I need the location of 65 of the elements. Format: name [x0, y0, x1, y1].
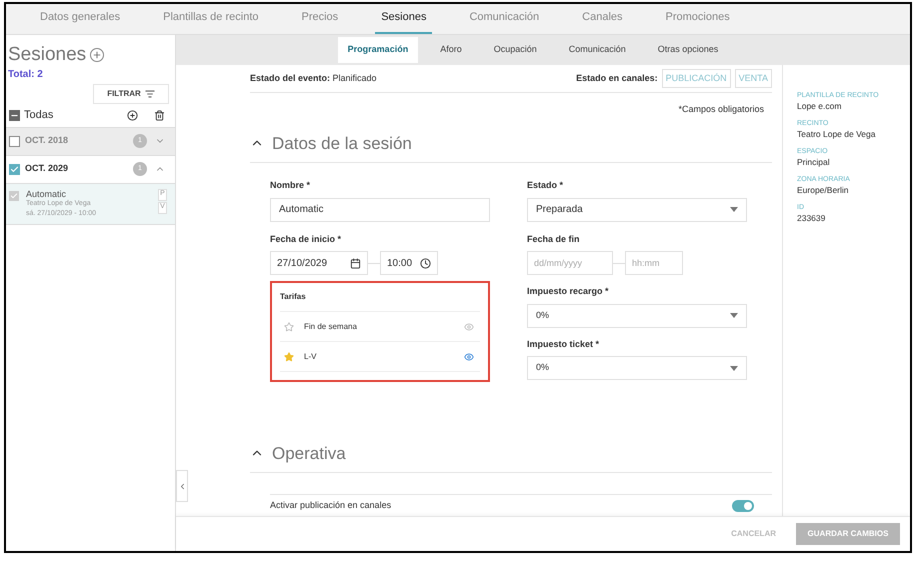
state-select[interactable]: Preparada	[527, 198, 747, 222]
channel-status-tag: PUBLICACIÓN	[662, 68, 731, 88]
field-label: Nombre *	[270, 179, 312, 192]
star-icon[interactable]	[284, 352, 294, 362]
field-label: Fecha de inicio *	[270, 232, 342, 246]
checkbox[interactable]	[9, 190, 19, 200]
clock-icon[interactable]	[420, 258, 431, 268]
sub-tab[interactable]: Otras opciones	[648, 37, 728, 63]
name-field[interactable]: Automatic	[270, 198, 490, 222]
eye-icon[interactable]	[464, 352, 474, 362]
field-label: Estado *	[527, 179, 564, 192]
session-name: Automatic	[26, 188, 68, 198]
rate-name: Fin de semana	[304, 320, 358, 332]
check-icon	[10, 192, 18, 200]
surcharge-tax-select[interactable]: 0%	[527, 304, 747, 328]
calendar-icon[interactable]	[350, 258, 361, 268]
rate-name: L-V	[304, 350, 318, 362]
toggle-label: Activar publicación en canales	[270, 498, 392, 512]
section-title: Datos de la sesión	[272, 132, 412, 154]
field-label: Impuesto recargo *	[527, 285, 610, 298]
caret-icon	[730, 207, 738, 212]
field-label: Fecha de fin	[527, 232, 581, 246]
rate-item[interactable]: Fin de semana	[280, 312, 480, 342]
start-time-field[interactable]: 10:00	[380, 251, 438, 275]
caret-icon	[730, 313, 738, 318]
channel-status-tag: VENTA	[734, 68, 772, 88]
info-value: Europe/Berlin	[797, 185, 850, 196]
info-value: Principal	[797, 157, 831, 168]
field-label: Impuesto ticket *	[527, 338, 600, 351]
eye-icon[interactable]	[464, 322, 474, 332]
total-count: Total: 2	[7, 70, 44, 80]
info-value: 233639	[797, 213, 826, 224]
check-icon	[10, 164, 19, 174]
end-time-field[interactable]: hh:mm	[625, 251, 683, 275]
trash-icon[interactable]	[154, 110, 165, 120]
caret-icon	[730, 366, 738, 370]
sub-tab[interactable]: Ocupación	[484, 37, 547, 63]
sidebar-title: Sesiones	[8, 43, 86, 67]
filter-icon	[144, 88, 155, 98]
month-label: OCT. 2018	[25, 134, 70, 148]
plus-icon	[92, 50, 102, 60]
section-title: Operativa	[272, 442, 346, 464]
sub-tab[interactable]: Comunicación	[558, 37, 636, 63]
channel-status-label: Estado en canales:	[576, 72, 658, 85]
add-button[interactable]	[90, 48, 104, 62]
publish-toggle[interactable]	[732, 500, 754, 512]
info-value: Lope e.com	[797, 101, 842, 112]
start-date-field[interactable]: 27/10/2029	[270, 251, 368, 275]
checkbox[interactable]	[9, 136, 20, 146]
checkbox[interactable]	[9, 164, 20, 174]
rates-label: Tarifas	[280, 291, 480, 312]
star-icon[interactable]	[284, 322, 294, 332]
sub-tab[interactable]: Aforo	[430, 37, 472, 63]
checkbox[interactable]	[9, 110, 20, 120]
sub-tab[interactable]: Programación	[338, 37, 418, 63]
info-value: Teatro Lope de Vega	[797, 129, 876, 140]
ticket-tax-select[interactable]: 0%	[527, 356, 747, 380]
circle-plus-icon[interactable]	[127, 110, 138, 120]
event-status: Estado del evento: Planificado	[250, 72, 377, 85]
end-date-field[interactable]: dd/mm/yyyy	[527, 251, 613, 275]
select-all-label: Todas	[24, 108, 54, 123]
required-note: *Campos obligatorios	[678, 103, 764, 116]
filter-button[interactable]: FILTRAR	[93, 84, 169, 104]
rate-item[interactable]: L-V	[280, 342, 480, 372]
month-label: OCT. 2029	[25, 162, 70, 176]
